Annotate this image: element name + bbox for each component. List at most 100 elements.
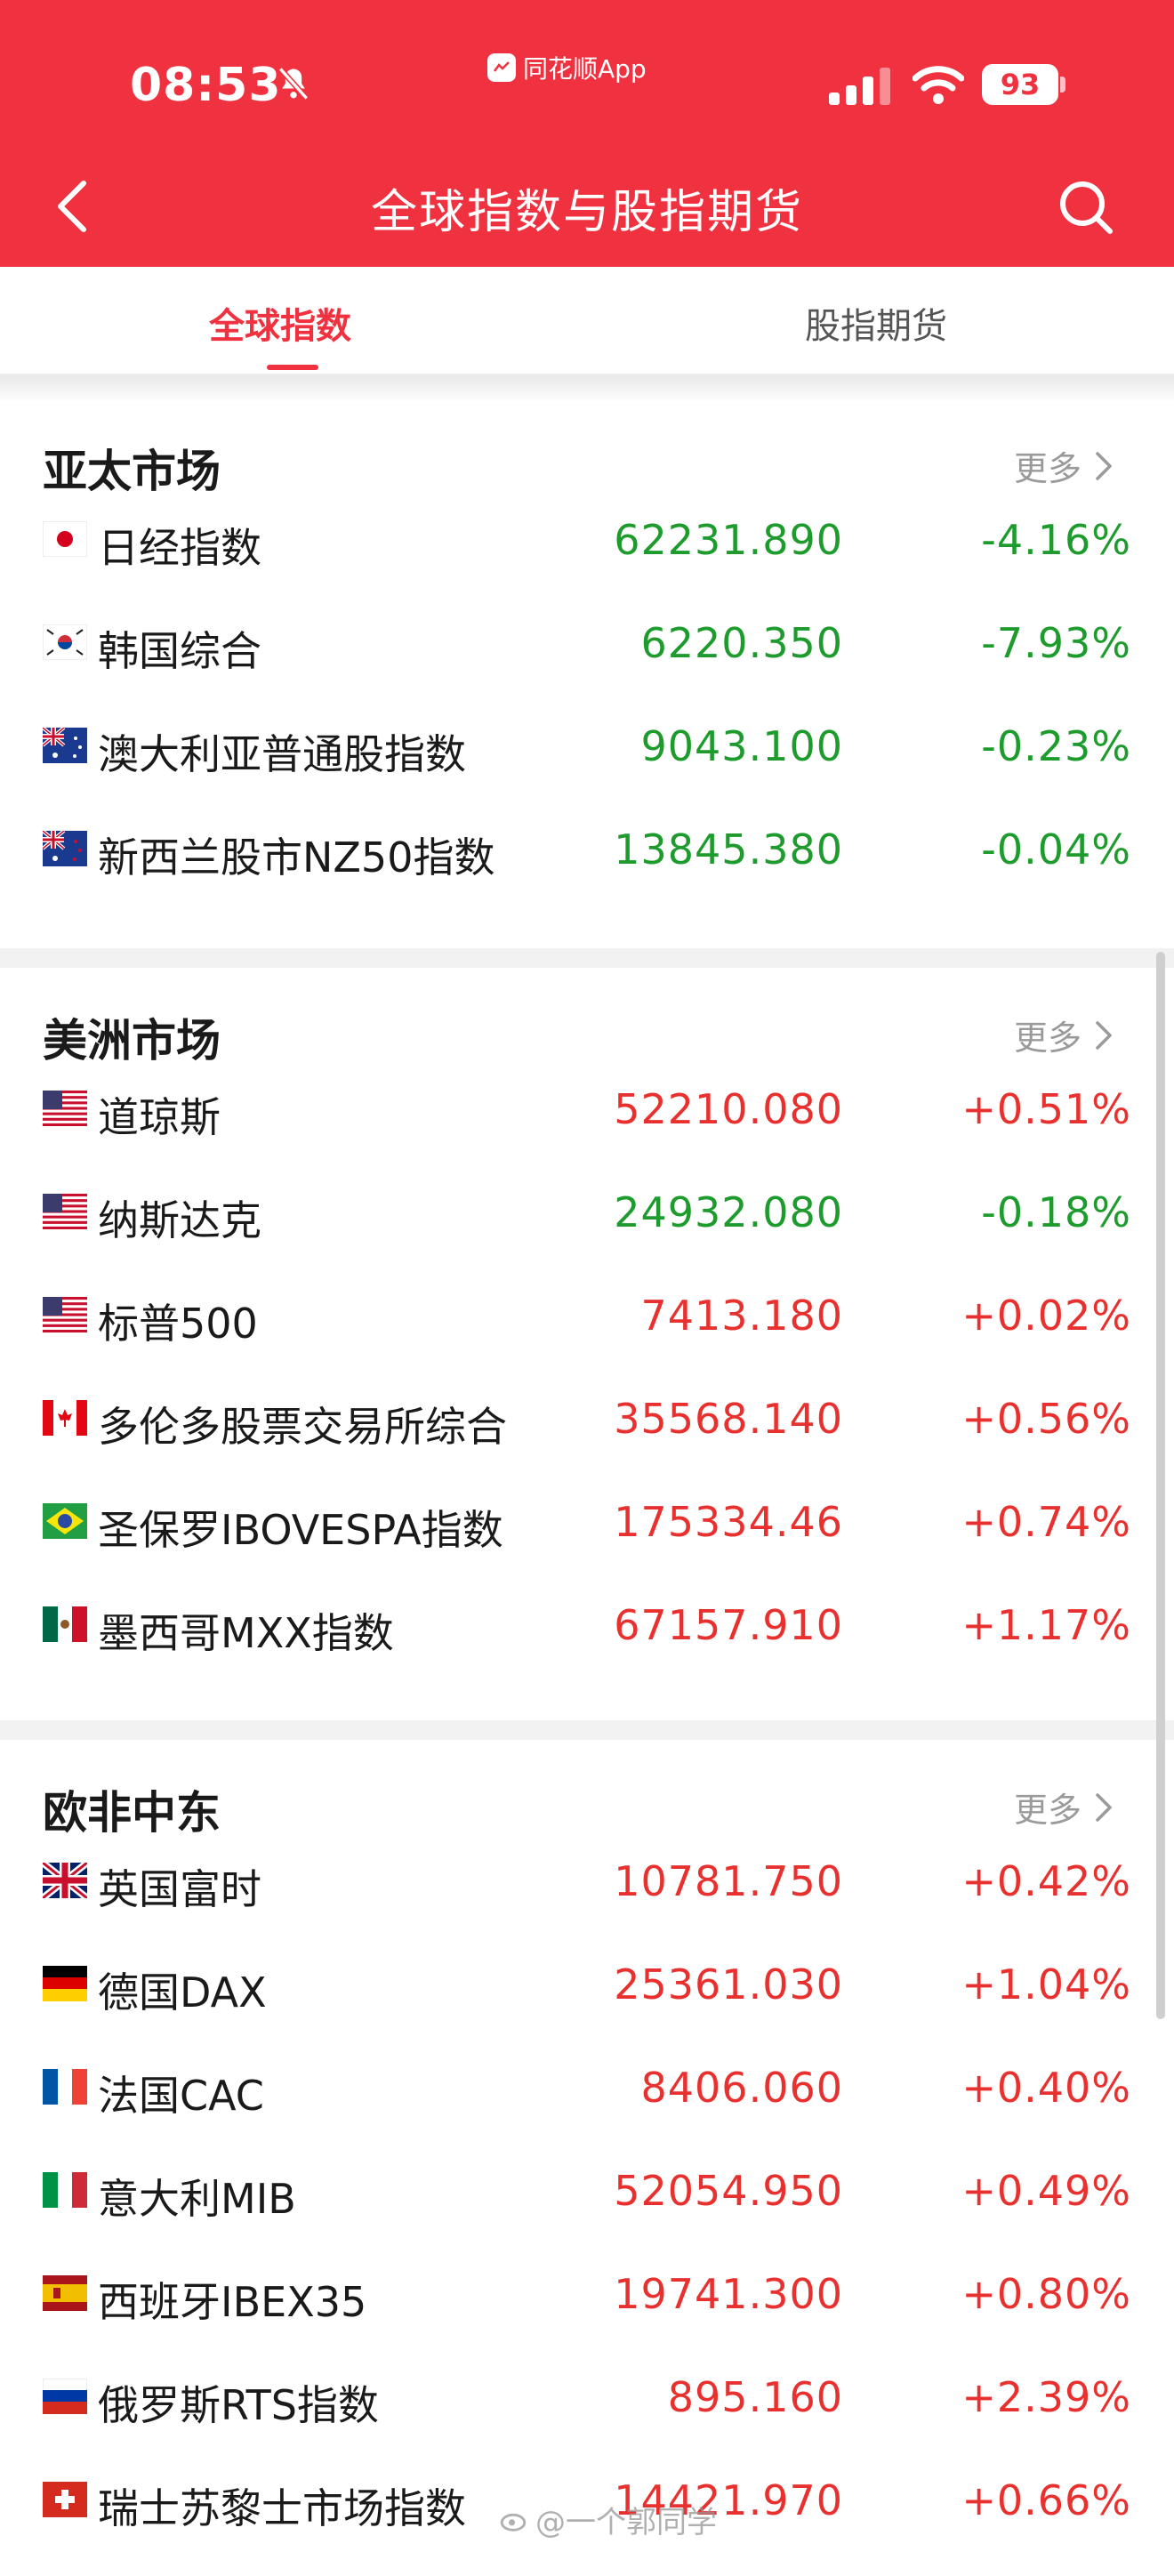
market-section: 美洲市场 更多 道琼斯 52210.080 +0.51% 纳斯达克 24932.080 -0.… xyxy=(0,970,1174,1701)
section-divider xyxy=(0,1720,1174,1740)
active-tab-indicator xyxy=(267,365,318,370)
index-row[interactable]: 新西兰股市NZ50指数 13845.380 -0.04% xyxy=(0,797,1174,900)
index-row[interactable]: 韩国综合 6220.350 -7.93% xyxy=(0,591,1174,694)
russia-flag-icon xyxy=(42,2378,88,2414)
index-name: 法国CAC xyxy=(98,2072,264,2120)
index-value: 24932.080 xyxy=(614,1188,843,1236)
index-row[interactable]: 德国DAX 25361.030 +1.04% xyxy=(0,1932,1174,2035)
index-change: +0.80% xyxy=(961,2270,1131,2318)
index-value: 52054.950 xyxy=(614,2167,843,2215)
more-link[interactable]: 更多 xyxy=(1014,441,1114,490)
battery-tip xyxy=(1060,76,1065,93)
signal-icon xyxy=(829,68,890,105)
battery-level: 93 xyxy=(982,64,1058,105)
index-value: 52210.080 xyxy=(614,1085,843,1133)
index-change: +0.56% xyxy=(961,1395,1131,1443)
index-change: +1.17% xyxy=(961,1601,1131,1649)
page-title: 全球指数与股指期货 xyxy=(370,186,803,239)
app-logo-icon xyxy=(487,53,516,82)
more-link[interactable]: 更多 xyxy=(1014,1010,1114,1059)
app-label: 同花顺App xyxy=(523,54,647,84)
index-value: 9043.100 xyxy=(640,722,843,770)
index-name: 标普500 xyxy=(98,1300,258,1348)
index-row[interactable]: 纳斯达克 24932.080 -0.18% xyxy=(0,1160,1174,1263)
tab-global-indices[interactable]: 全球指数 xyxy=(209,297,351,349)
index-change: +0.02% xyxy=(961,1292,1131,1340)
index-value: 175334.46 xyxy=(614,1498,843,1546)
index-value: 35568.140 xyxy=(614,1395,843,1443)
wifi-icon xyxy=(913,66,964,104)
index-change: +0.74% xyxy=(961,1498,1131,1546)
canada-flag-icon xyxy=(43,1400,87,1436)
index-change: -0.18% xyxy=(981,1188,1131,1236)
germany-flag-icon xyxy=(43,1966,87,2001)
brazil-flag-icon xyxy=(43,1503,87,1539)
app-header: 08:53 同花顺App 93 全球指数与股指期货 xyxy=(0,0,1174,267)
index-name: 韩国综合 xyxy=(98,627,261,675)
switzerland-flag-icon xyxy=(43,2482,87,2517)
spain-flag-icon xyxy=(43,2275,87,2311)
bell-slash-icon xyxy=(277,67,310,101)
weibo-icon xyxy=(500,2513,527,2532)
index-row[interactable]: 墨西哥MXX指数 67157.910 +1.17% xyxy=(0,1573,1174,1676)
index-name: 意大利MIB xyxy=(98,2175,296,2223)
tab-bar: 全球指数 股指期货 xyxy=(0,267,1174,375)
market-section: 亚太市场 更多 日经指数 62231.890 -4.16% 韩国综合 6220.350 -7.… xyxy=(0,400,1174,925)
more-link[interactable]: 更多 xyxy=(1014,1783,1114,1831)
usa-flag-icon xyxy=(43,1091,87,1127)
market-section: 欧非中东 更多 英国富时 10781.750 +0.42% 德国DAX 25361.030 +… xyxy=(0,1742,1174,2576)
index-name: 墨西哥MXX指数 xyxy=(98,1609,394,1657)
index-change: -0.04% xyxy=(981,825,1131,873)
index-name: 纳斯达克 xyxy=(98,1196,261,1244)
index-value: 62231.890 xyxy=(614,516,843,564)
index-value: 7413.180 xyxy=(640,1292,843,1340)
index-name: 俄罗斯RTS指数 xyxy=(98,2381,379,2429)
chevron-right-icon xyxy=(1096,1792,1112,1822)
australia-flag-icon xyxy=(41,726,87,763)
index-change: +0.66% xyxy=(961,2476,1131,2524)
section-divider xyxy=(0,948,1174,968)
chevron-right-icon xyxy=(1096,1020,1112,1050)
index-name: 德国DAX xyxy=(98,1968,267,2017)
index-value: 6220.350 xyxy=(640,619,843,667)
more-label: 更多 xyxy=(1014,1018,1082,1058)
japan-flag-icon xyxy=(42,520,88,558)
index-row[interactable]: 日经指数 62231.890 -4.16% xyxy=(0,487,1174,591)
index-row[interactable]: 俄罗斯RTS指数 895.160 +2.39% xyxy=(0,2345,1174,2448)
index-name: 瑞士苏黎士市场指数 xyxy=(98,2484,466,2532)
index-name: 多伦多股票交易所综合 xyxy=(98,1403,507,1451)
more-label: 更多 xyxy=(1014,449,1082,488)
index-change: +2.39% xyxy=(961,2373,1131,2421)
index-name: 西班牙IBEX35 xyxy=(98,2278,367,2326)
index-change: +0.40% xyxy=(961,2064,1131,2112)
tab-index-futures[interactable]: 股指期货 xyxy=(805,297,947,349)
chevron-right-icon xyxy=(1096,451,1112,480)
index-row[interactable]: 圣保罗IBOVESPA指数 175334.46 +0.74% xyxy=(0,1469,1174,1573)
index-name: 澳大利亚普通股指数 xyxy=(98,730,466,778)
search-icon[interactable] xyxy=(1057,178,1115,237)
index-row[interactable]: 法国CAC 8406.060 +0.40% xyxy=(0,2035,1174,2138)
mexico-flag-icon xyxy=(43,1606,87,1642)
index-row[interactable]: 英国富时 10781.750 +0.42% xyxy=(0,1829,1174,1932)
watermark-text: @一个郭同学 xyxy=(535,2505,717,2540)
scrollbar[interactable] xyxy=(1156,952,1165,2019)
italy-flag-icon xyxy=(43,2172,87,2208)
index-row[interactable]: 西班牙IBEX35 19741.300 +0.80% xyxy=(0,2242,1174,2345)
index-change: +0.51% xyxy=(961,1085,1131,1133)
app-badge: 同花顺App xyxy=(487,50,647,85)
more-label: 更多 xyxy=(1014,1791,1082,1830)
index-name: 圣保罗IBOVESPA指数 xyxy=(98,1506,503,1554)
index-name: 英国富时 xyxy=(98,1865,261,1913)
index-row[interactable]: 多伦多股票交易所综合 35568.140 +0.56% xyxy=(0,1366,1174,1469)
index-row[interactable]: 道琼斯 52210.080 +0.51% xyxy=(0,1057,1174,1160)
index-change: +0.42% xyxy=(961,1857,1131,1905)
index-change: +1.04% xyxy=(961,1960,1131,2008)
index-row[interactable]: 标普500 7413.180 +0.02% xyxy=(0,1263,1174,1366)
usa-flag-icon xyxy=(43,1194,87,1230)
index-change: +0.49% xyxy=(961,2167,1131,2215)
index-value: 8406.060 xyxy=(640,2064,843,2112)
index-name: 新西兰股市NZ50指数 xyxy=(98,833,495,881)
index-row[interactable]: 澳大利亚普通股指数 9043.100 -0.23% xyxy=(0,694,1174,797)
status-time: 08:53 xyxy=(130,59,282,112)
index-row[interactable]: 意大利MIB 52054.950 +0.49% xyxy=(0,2138,1174,2242)
